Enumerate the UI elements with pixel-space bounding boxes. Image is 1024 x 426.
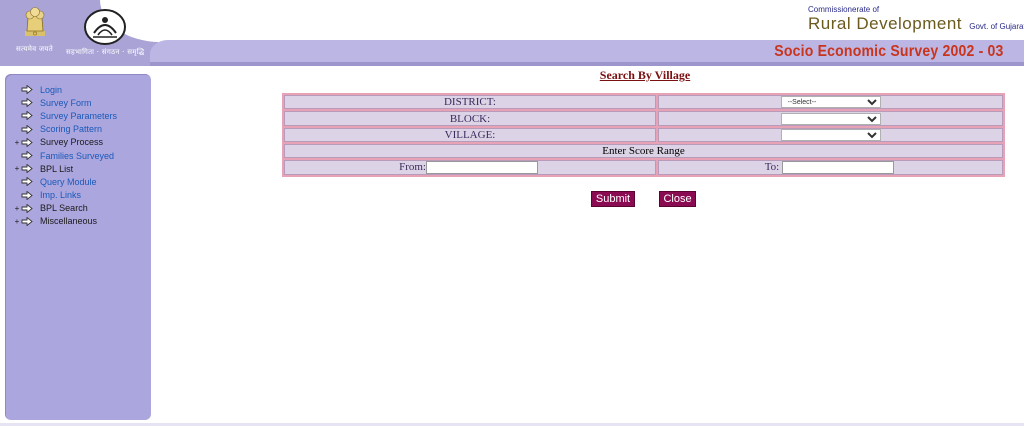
score-range-label: Enter Score Range: [284, 144, 1003, 159]
survey-title: Socio Economic Survey 2002 - 03: [774, 43, 1004, 60]
sidebar-item-families-surveyed[interactable]: Families Surveyed: [13, 149, 117, 162]
from-cell: From:: [284, 160, 656, 176]
from-label: From:: [399, 161, 426, 174]
expand-icon[interactable]: +: [13, 138, 21, 147]
sidebar-item-label: BPL Search: [40, 203, 88, 214]
arrow-right-icon: [21, 111, 33, 121]
village-select[interactable]: [780, 129, 881, 142]
block-cell: [658, 111, 1003, 126]
sidebar-item-survey-parameters[interactable]: Survey Parameters: [13, 109, 117, 122]
district-select[interactable]: --Select--: [780, 96, 881, 109]
sidebar-menu: Login Survey Form Survey Parameters Scoring…: [5, 74, 151, 420]
from-score-input[interactable]: [426, 161, 538, 175]
block-label: BLOCK:: [284, 111, 656, 126]
sidebar-item-survey-form[interactable]: Survey Form: [13, 96, 117, 109]
department-label: Rural Development: [808, 14, 963, 33]
district-row: DISTRICT: --Select--: [284, 95, 1003, 110]
sidebar-item-label: Miscellaneous: [40, 216, 98, 227]
sidebar-item-survey-process[interactable]: + Survey Process: [13, 136, 117, 149]
district-label: DISTRICT:: [284, 95, 656, 110]
arrow-right-icon: [21, 216, 33, 227]
rd-logo-caption: सहभागिता · संगठन · समृद्धि: [66, 48, 145, 56]
to-cell: To:: [658, 160, 1003, 176]
arrow-right-icon: [21, 150, 33, 161]
arrow-right-icon: [21, 190, 33, 201]
expand-icon[interactable]: +: [13, 164, 21, 173]
arrow-right-icon: [21, 203, 33, 214]
district-cell: --Select--: [658, 95, 1003, 110]
search-form: DISTRICT: --Select-- BLOCK: VILLAGE: Ent…: [282, 93, 1005, 178]
emblem-caption: सत्यमेव जयते: [16, 45, 54, 53]
close-button[interactable]: Close: [659, 191, 696, 207]
sidebar-item-bpl-search[interactable]: + BPL Search: [13, 202, 117, 215]
sidebar-item-label: Scoring Pattern: [40, 124, 103, 135]
arrow-right-icon: [21, 84, 33, 95]
sidebar-item-imp-links[interactable]: Imp. Links: [13, 189, 117, 202]
sidebar-item-query-module[interactable]: Query Module: [13, 175, 117, 188]
arrow-right-icon: [21, 176, 33, 187]
sidebar-item-label: Survey Form: [40, 97, 92, 108]
sidebar-item-miscellaneous[interactable]: + Miscellaneous: [13, 215, 117, 228]
page-header: सत्यमेव जयते सहभागिता · संगठन · समृद्धि …: [0, 0, 1024, 66]
govt-label: Govt. of Gujarat: [969, 22, 1024, 31]
header-strip-shadow: [150, 62, 1024, 66]
block-select[interactable]: [780, 112, 881, 125]
sidebar-item-label: Login: [40, 84, 63, 95]
commissionerate-label: Commissionerate of: [808, 5, 880, 14]
block-row: BLOCK:: [284, 111, 1003, 126]
expand-icon[interactable]: +: [13, 217, 21, 226]
to-label: To:: [764, 161, 780, 174]
to-score-input[interactable]: [782, 161, 894, 175]
sidebar-item-login[interactable]: Login: [13, 83, 117, 96]
sidebar-item-label: Families Surveyed: [40, 150, 115, 161]
menu-list: Login Survey Form Survey Parameters Scoring…: [13, 83, 117, 228]
sidebar-item-label: Survey Parameters: [40, 110, 118, 121]
score-range-row: Enter Score Range: [284, 144, 1003, 159]
expand-icon[interactable]: +: [13, 204, 21, 213]
arrow-right-icon: [21, 163, 33, 174]
submit-button[interactable]: Submit: [591, 191, 635, 207]
village-label: VILLAGE:: [284, 127, 656, 143]
arrow-right-icon: [21, 97, 33, 108]
arrow-right-icon: [21, 124, 33, 135]
sidebar-item-scoring-pattern[interactable]: Scoring Pattern: [13, 123, 117, 136]
arrow-right-icon: [21, 137, 33, 148]
score-input-row: From: To:: [284, 160, 1003, 176]
sidebar-item-label: Survey Process: [40, 137, 104, 148]
sidebar-item-bpl-list[interactable]: + BPL List: [13, 162, 117, 175]
department-name: Rural Development Govt. of Gujarat: [808, 14, 1024, 34]
sidebar-item-label: Query Module: [40, 176, 97, 187]
rural-development-logo-icon: [84, 9, 126, 45]
sidebar-item-label: BPL List: [40, 163, 74, 174]
village-cell: [658, 127, 1003, 143]
village-row: VILLAGE:: [284, 127, 1003, 143]
national-emblem-icon: [25, 7, 45, 36]
page-title: Search By Village: [599, 68, 691, 82]
sidebar-item-label: Imp. Links: [40, 190, 82, 201]
